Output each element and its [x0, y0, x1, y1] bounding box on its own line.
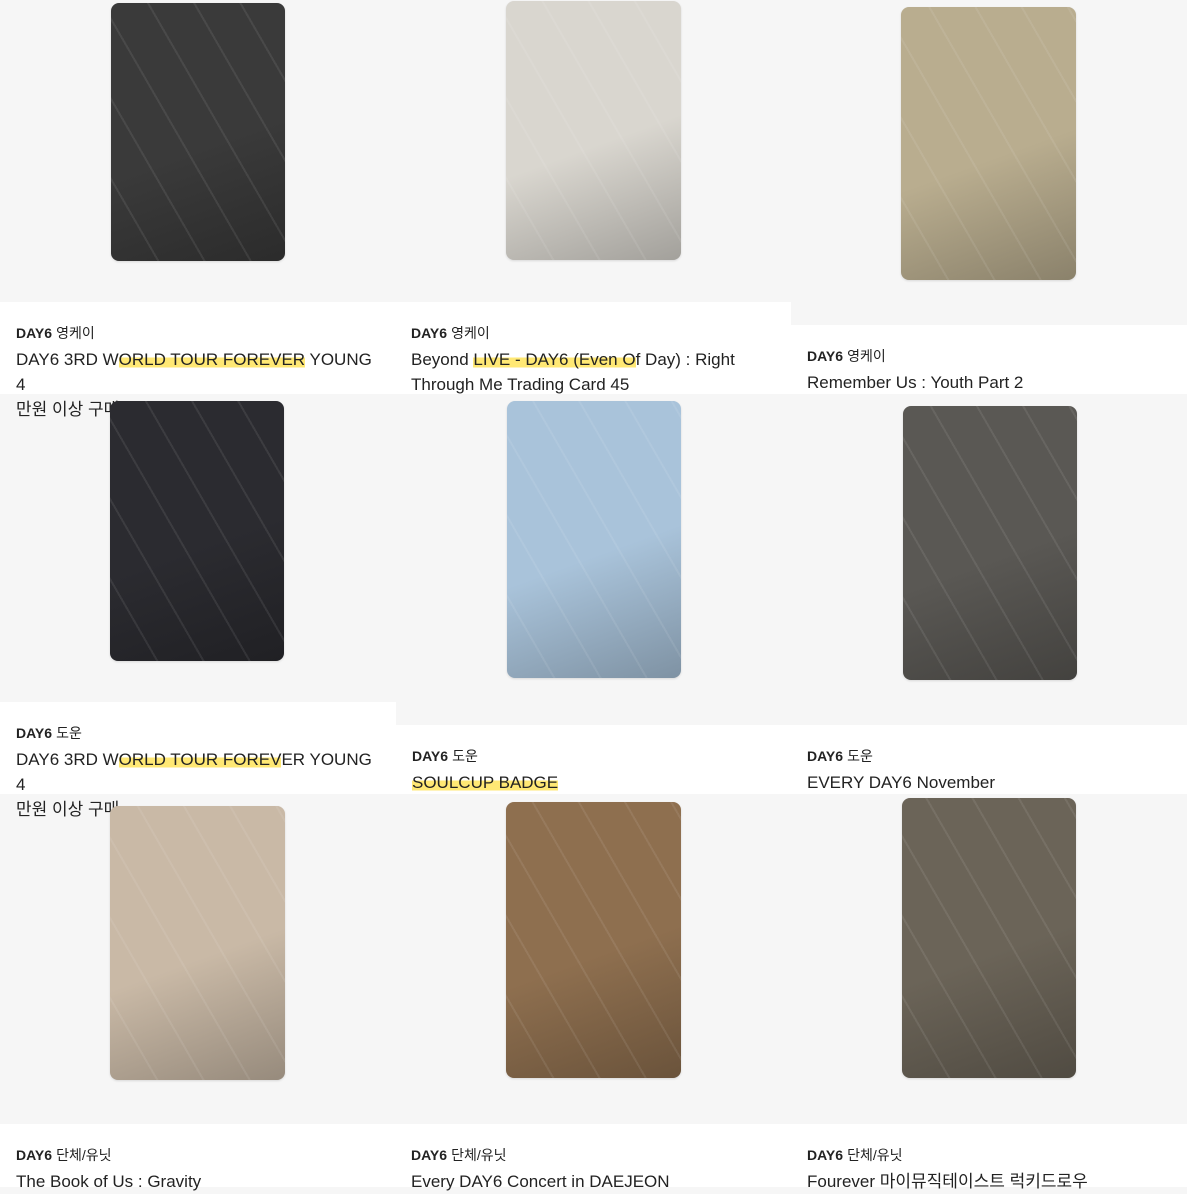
item-title: Remember Us : Youth Part 2 — [807, 370, 1171, 395]
group-name: DAY6 — [16, 725, 53, 741]
title-text: Remember Us : Youth Part 2 — [807, 373, 1024, 392]
group-name: DAY6 — [411, 1147, 448, 1163]
artist-line: DAY6 단체/유닛 — [411, 1146, 775, 1164]
member-name: 영케이 — [56, 325, 95, 341]
group-name: DAY6 — [807, 348, 844, 364]
artist-line: DAY6 도운 — [807, 747, 1171, 765]
item-title: SOULCUP BADGE — [412, 770, 775, 795]
member-name: 영케이 — [451, 325, 490, 341]
title-text: DAY6 3RD W — [16, 350, 119, 369]
title-text: EVERY DAY6 November — [807, 773, 996, 792]
highlighted-text: LIVE - DAY6 (Even O — [473, 350, 636, 369]
artist-line: DAY6 단체/유닛 — [16, 1146, 379, 1164]
photocard-image[interactable] — [506, 1, 681, 260]
watermark — [111, 3, 285, 261]
title-text: The Book of Us : Gravity — [16, 1172, 202, 1191]
member-name: 단체/유닛 — [451, 1147, 507, 1163]
item-title: The Book of Us : Gravity — [16, 1169, 379, 1194]
item-info[interactable]: DAY6 도운 EVERY DAY6 November — [791, 725, 1187, 794]
artist-line: DAY6 영케이 — [807, 347, 1171, 365]
group-name: DAY6 — [411, 325, 448, 341]
group-name: DAY6 — [412, 748, 449, 764]
artist-line: DAY6 도운 — [412, 747, 775, 765]
group-name: DAY6 — [807, 748, 844, 764]
title-text: Beyond — [411, 350, 474, 369]
member-name: 영케이 — [847, 348, 886, 364]
photocard-image[interactable] — [111, 3, 285, 261]
item-info[interactable]: DAY6 영케이 Beyond LIVE - DAY6 (Even Of Day)… — [395, 302, 791, 394]
artist-line: DAY6 단체/유닛 — [807, 1146, 1171, 1164]
artist-line: DAY6 영케이 — [411, 324, 775, 342]
member-name: 도운 — [452, 748, 478, 764]
highlighted-text: SOULCUP BADGE — [412, 773, 559, 792]
artist-line: DAY6 도운 — [16, 724, 380, 742]
item-info[interactable]: DAY6 영케이 Remember Us : Youth Part 2 — [791, 325, 1187, 394]
item-info[interactable]: DAY6 단체/유닛 Every DAY6 Concert in DAEJEON — [395, 1124, 791, 1191]
photocard-image[interactable] — [902, 798, 1076, 1078]
item-info[interactable]: DAY6 단체/유닛 The Book of Us : Gravity — [0, 1124, 395, 1191]
photocard-image[interactable] — [901, 7, 1076, 280]
artist-line: DAY6 영케이 — [16, 324, 379, 342]
watermark — [901, 7, 1076, 280]
member-name: 도운 — [56, 725, 82, 741]
item-info[interactable]: DAY6 도운 SOULCUP BADGE — [396, 725, 791, 794]
title-text: Fourever 마이뮤직테이스트 럭키드로우 — [807, 1172, 1088, 1191]
watermark — [507, 401, 681, 678]
photocard-image[interactable] — [507, 401, 681, 678]
group-name: DAY6 — [16, 325, 53, 341]
item-title: EVERY DAY6 November — [807, 770, 1171, 795]
member-name: 도운 — [847, 748, 873, 764]
title-text: Every DAY6 Concert in DAEJEON — [411, 1172, 670, 1191]
item-title: Fourever 마이뮤직테이스트 럭키드로우 — [807, 1169, 1171, 1194]
photocard-image[interactable] — [110, 806, 285, 1080]
photocard-image[interactable] — [506, 802, 681, 1078]
title-text: DAY6 3RD W — [16, 750, 119, 769]
highlighted-text: ORLD TOUR FOREVER — [118, 350, 306, 369]
highlighted-text: ORLD TOUR FOREV — [118, 750, 282, 769]
group-name: DAY6 — [807, 1147, 844, 1163]
watermark — [903, 406, 1077, 680]
item-info[interactable]: DAY6 도운 DAY6 3RD WORLD TOUR FOREVER YOUNG… — [0, 702, 396, 819]
watermark — [902, 798, 1076, 1078]
member-name: 단체/유닛 — [56, 1147, 112, 1163]
photocard-image[interactable] — [110, 401, 284, 661]
item-info[interactable]: DAY6 단체/유닛 Fourever 마이뮤직테이스트 럭키드로우 — [791, 1124, 1187, 1191]
watermark — [110, 401, 284, 661]
item-info[interactable]: DAY6 영케이 DAY6 3RD WORLD TOUR FOREVER YOUN… — [0, 302, 395, 419]
watermark — [506, 1, 681, 260]
photocard-image[interactable] — [903, 406, 1077, 680]
item-title: Beyond LIVE - DAY6 (Even Of Day) : Right… — [411, 347, 775, 397]
watermark — [110, 806, 285, 1080]
watermark — [506, 802, 681, 1078]
member-name: 단체/유닛 — [847, 1147, 903, 1163]
group-name: DAY6 — [16, 1147, 53, 1163]
item-title: Every DAY6 Concert in DAEJEON — [411, 1169, 775, 1194]
